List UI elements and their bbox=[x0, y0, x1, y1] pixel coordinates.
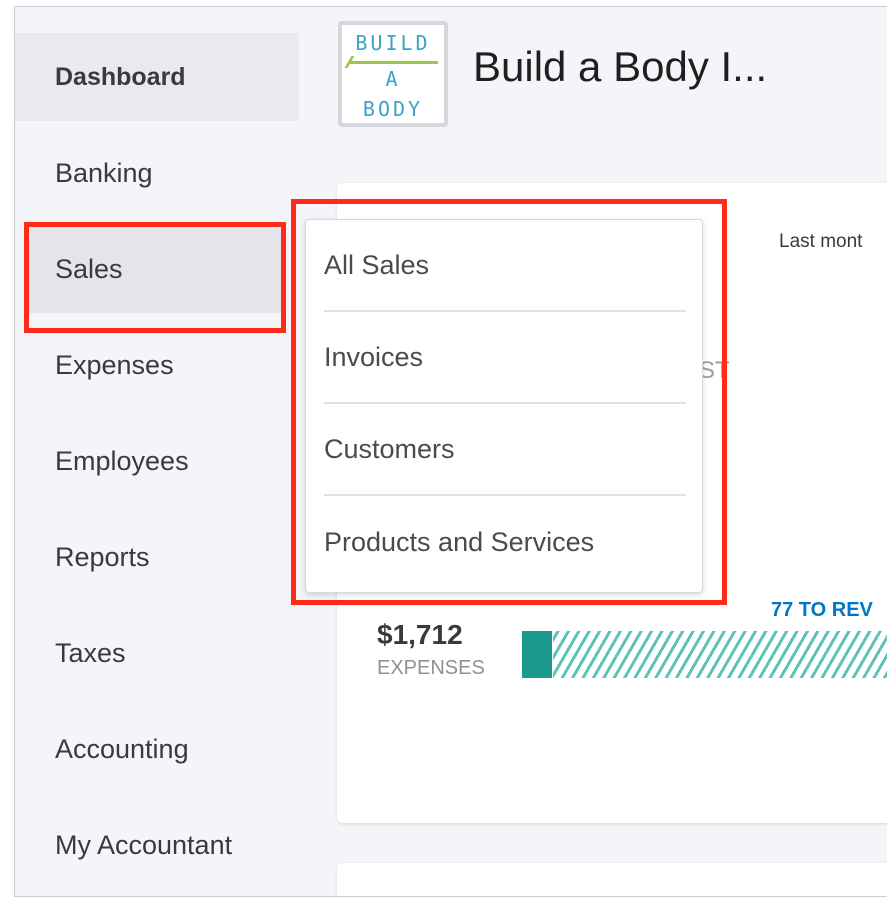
menu-item-invoices[interactable]: Invoices bbox=[324, 312, 686, 404]
sidebar-nav: Dashboard Banking Sales Expenses Employe… bbox=[15, 7, 315, 896]
menu-item-products-and-services[interactable]: Products and Services bbox=[324, 496, 686, 588]
obscured-text: ST bbox=[699, 357, 730, 384]
sidebar-item-label: Reports bbox=[55, 541, 150, 572]
menu-item-label: Invoices bbox=[324, 341, 424, 372]
menu-item-label: All Sales bbox=[324, 249, 430, 280]
logo-text-line: A bbox=[385, 67, 401, 91]
menu-item-label: Customers bbox=[324, 433, 455, 464]
sidebar-item-employees[interactable]: Employees bbox=[15, 417, 299, 505]
sidebar-item-label: Employees bbox=[55, 445, 189, 476]
company-name: Build a Body I... bbox=[473, 43, 768, 90]
expenses-label: EXPENSES bbox=[377, 657, 485, 679]
sidebar-item-label: Expenses bbox=[55, 349, 174, 380]
company-logo[interactable]: BUILD A BODY bbox=[338, 21, 448, 127]
sidebar-item-taxes[interactable]: Taxes bbox=[15, 609, 299, 697]
sidebar-item-label: Banking bbox=[55, 157, 153, 188]
app-window: Dashboard Banking Sales Expenses Employe… bbox=[14, 6, 887, 897]
menu-item-label: Products and Services bbox=[324, 526, 595, 557]
period-selector[interactable]: Last mont bbox=[779, 231, 862, 253]
expenses-bar bbox=[522, 631, 552, 678]
sidebar-item-label: Accounting bbox=[55, 733, 189, 764]
sidebar-item-label: Taxes bbox=[55, 637, 126, 668]
sidebar-item-banking[interactable]: Banking bbox=[15, 129, 299, 217]
menu-item-all-sales[interactable]: All Sales bbox=[324, 220, 686, 312]
review-link[interactable]: 77 TO REV bbox=[771, 599, 873, 622]
sidebar-item-label: Dashboard bbox=[55, 62, 186, 91]
sidebar-item-reports[interactable]: Reports bbox=[15, 513, 299, 601]
sidebar-item-my-accountant[interactable]: My Accountant bbox=[15, 801, 299, 889]
sidebar-item-label: Sales bbox=[55, 253, 123, 284]
logo-text-line: BODY bbox=[362, 97, 424, 121]
logo-arrow-icon bbox=[350, 61, 438, 64]
sidebar-item-accounting[interactable]: Accounting bbox=[15, 705, 299, 793]
expenses-amount: $1,712 bbox=[377, 619, 463, 650]
expenses-bar-remaining bbox=[553, 631, 887, 678]
logo-text-line: BUILD bbox=[355, 31, 431, 55]
sidebar-item-expenses[interactable]: Expenses bbox=[15, 321, 299, 409]
dashboard-card-secondary bbox=[337, 863, 887, 896]
sidebar-item-label: My Accountant bbox=[55, 829, 233, 860]
sales-dropdown-menu: All Sales Invoices Customers Products an… bbox=[305, 219, 703, 593]
menu-item-customers[interactable]: Customers bbox=[324, 404, 686, 496]
sidebar-item-dashboard[interactable]: Dashboard bbox=[15, 33, 299, 121]
sidebar-item-sales[interactable]: Sales bbox=[29, 225, 283, 313]
